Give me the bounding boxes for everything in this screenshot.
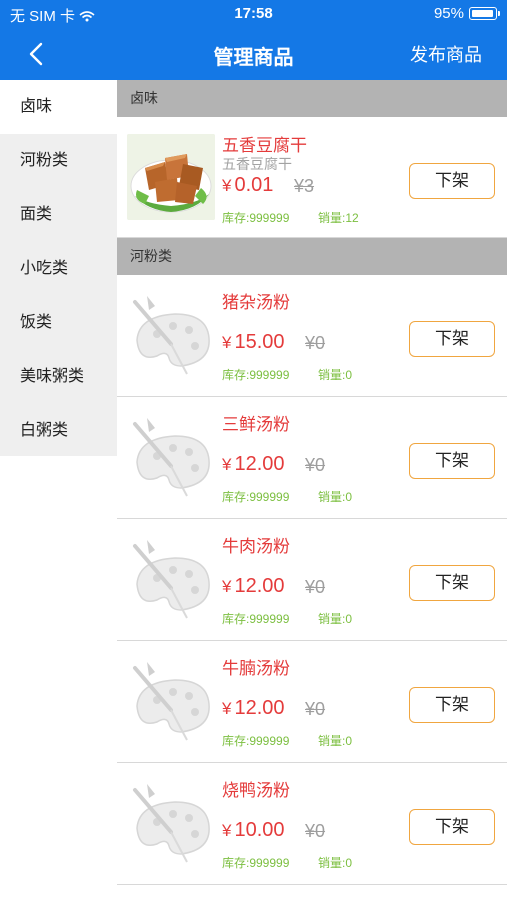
product-name: 烧鸭汤粉 <box>222 781 290 800</box>
status-time: 17:58 <box>234 5 273 22</box>
original-price: ¥3 <box>294 176 315 196</box>
price-value: 12.00 <box>234 697 285 719</box>
sales-count: 销量:12 <box>318 211 359 225</box>
sales-count: 销量:0 <box>318 490 353 504</box>
tofu-product-image <box>127 134 215 220</box>
sidebar-item-congee[interactable]: 美味粥类 <box>0 350 117 404</box>
placeholder-image-icon <box>133 784 210 863</box>
product-price: ¥12.00 <box>222 453 285 476</box>
sidebar-item-luwei[interactable]: 卤味 <box>0 80 117 134</box>
sidebar-item-rice[interactable]: 饭类 <box>0 296 117 350</box>
price-value: 0.01 <box>234 174 274 196</box>
stock-count: 库存:999999 <box>222 490 290 504</box>
delist-button[interactable]: 下架 <box>409 809 495 845</box>
delist-button[interactable]: 下架 <box>409 687 495 723</box>
category-sidebar: 卤味 河粉类 面类 小吃类 饭类 美味粥类 白粥类 <box>0 80 117 456</box>
currency-symbol: ¥ <box>222 455 232 474</box>
publish-product-button[interactable]: 发布商品 <box>410 41 482 67</box>
price-value: 10.00 <box>234 819 285 841</box>
stock-count: 库存:999999 <box>222 211 290 225</box>
price-value: 15.00 <box>234 331 285 353</box>
product-name: 牛肉汤粉 <box>222 537 290 556</box>
delist-button[interactable]: 下架 <box>409 163 495 199</box>
product-item[interactable]: 烧鸭汤粉 ¥10.00 ¥0 库存:999999 销量:0 下架 <box>117 763 507 885</box>
product-price: ¥12.00 <box>222 575 285 598</box>
nav-bar: 管理商品 发布商品 <box>0 28 507 80</box>
stock-count: 库存:999999 <box>222 734 290 748</box>
original-price: ¥0 <box>305 821 326 841</box>
sidebar-item-noodles[interactable]: 面类 <box>0 188 117 242</box>
original-price: ¥0 <box>305 699 326 719</box>
currency-symbol: ¥ <box>222 699 232 718</box>
currency-symbol: ¥ <box>222 821 232 840</box>
section-header: 卤味 <box>117 80 507 117</box>
product-item[interactable]: 五香豆腐干 五香豆腐干 ¥0.01 ¥3 库存:999999 销量:12 下架 <box>117 117 507 238</box>
section-header: 河粉类 <box>117 238 507 275</box>
product-price: ¥15.00 <box>222 331 285 354</box>
sidebar-item-snacks[interactable]: 小吃类 <box>0 242 117 296</box>
stock-count: 库存:999999 <box>222 368 290 382</box>
top-bar: 无 SIM 卡 17:58 95% 管理商品 发布商品 <box>0 0 507 80</box>
battery-info: 95% <box>433 5 500 22</box>
sidebar-item-plain-congee[interactable]: 白粥类 <box>0 404 117 458</box>
status-bar: 无 SIM 卡 17:58 95% <box>0 0 507 28</box>
product-price: ¥10.00 <box>222 819 285 842</box>
original-price: ¥0 <box>305 333 326 353</box>
product-item[interactable]: 猪杂汤粉 ¥15.00 ¥0 库存:999999 销量:0 下架 <box>117 275 507 397</box>
battery-percent: 95% <box>433 5 464 22</box>
product-name: 猪杂汤粉 <box>222 293 290 312</box>
delist-button[interactable]: 下架 <box>409 565 495 601</box>
product-price: ¥12.00 <box>222 697 285 720</box>
product-list: 卤味 五香豆腐干 五香豆腐干 ¥ 0.01 ¥3 库存:999999 销量:12… <box>117 80 507 900</box>
delist-button[interactable]: 下架 <box>409 443 495 479</box>
sales-count: 销量:0 <box>318 856 353 870</box>
sales-count: 销量:0 <box>318 612 353 626</box>
placeholder-image-icon <box>133 418 210 497</box>
product-name: 牛腩汤粉 <box>222 659 290 678</box>
sales-count: 销量:0 <box>318 734 353 748</box>
product-name: 五香豆腐干 <box>222 136 307 155</box>
original-price: ¥0 <box>305 455 326 475</box>
placeholder-image-icon <box>133 540 210 619</box>
currency-symbol: ¥ <box>222 333 232 352</box>
app-screen: 无 SIM 卡 17:58 95% 管理商品 发布商品 卤味 河粉类 面类 小吃… <box>0 0 507 900</box>
currency-symbol: ¥ <box>222 176 232 195</box>
sidebar-item-hefen[interactable]: 河粉类 <box>0 134 117 188</box>
stock-count: 库存:999999 <box>222 612 290 626</box>
stock-count: 库存:999999 <box>222 856 290 870</box>
placeholder-image-icon <box>133 662 210 741</box>
currency-symbol: ¥ <box>222 577 232 596</box>
delist-button[interactable]: 下架 <box>409 321 495 357</box>
sales-count: 销量:0 <box>318 368 353 382</box>
battery-icon <box>469 7 500 20</box>
product-name: 三鲜汤粉 <box>222 415 290 434</box>
product-item[interactable]: 牛肉汤粉 ¥12.00 ¥0 库存:999999 销量:0 下架 <box>117 519 507 641</box>
product-price: ¥0.01 <box>222 174 273 197</box>
product-item[interactable]: 牛腩汤粉 ¥12.00 ¥0 库存:999999 销量:0 下架 <box>117 641 507 763</box>
product-item[interactable]: 三鲜汤粉 ¥12.00 ¥0 库存:999999 销量:0 下架 <box>117 397 507 519</box>
placeholder-image-icon <box>133 296 210 375</box>
product-subtitle: 五香豆腐干 <box>222 156 292 172</box>
price-value: 12.00 <box>234 453 285 475</box>
price-value: 12.00 <box>234 575 285 597</box>
original-price: ¥0 <box>305 577 326 597</box>
